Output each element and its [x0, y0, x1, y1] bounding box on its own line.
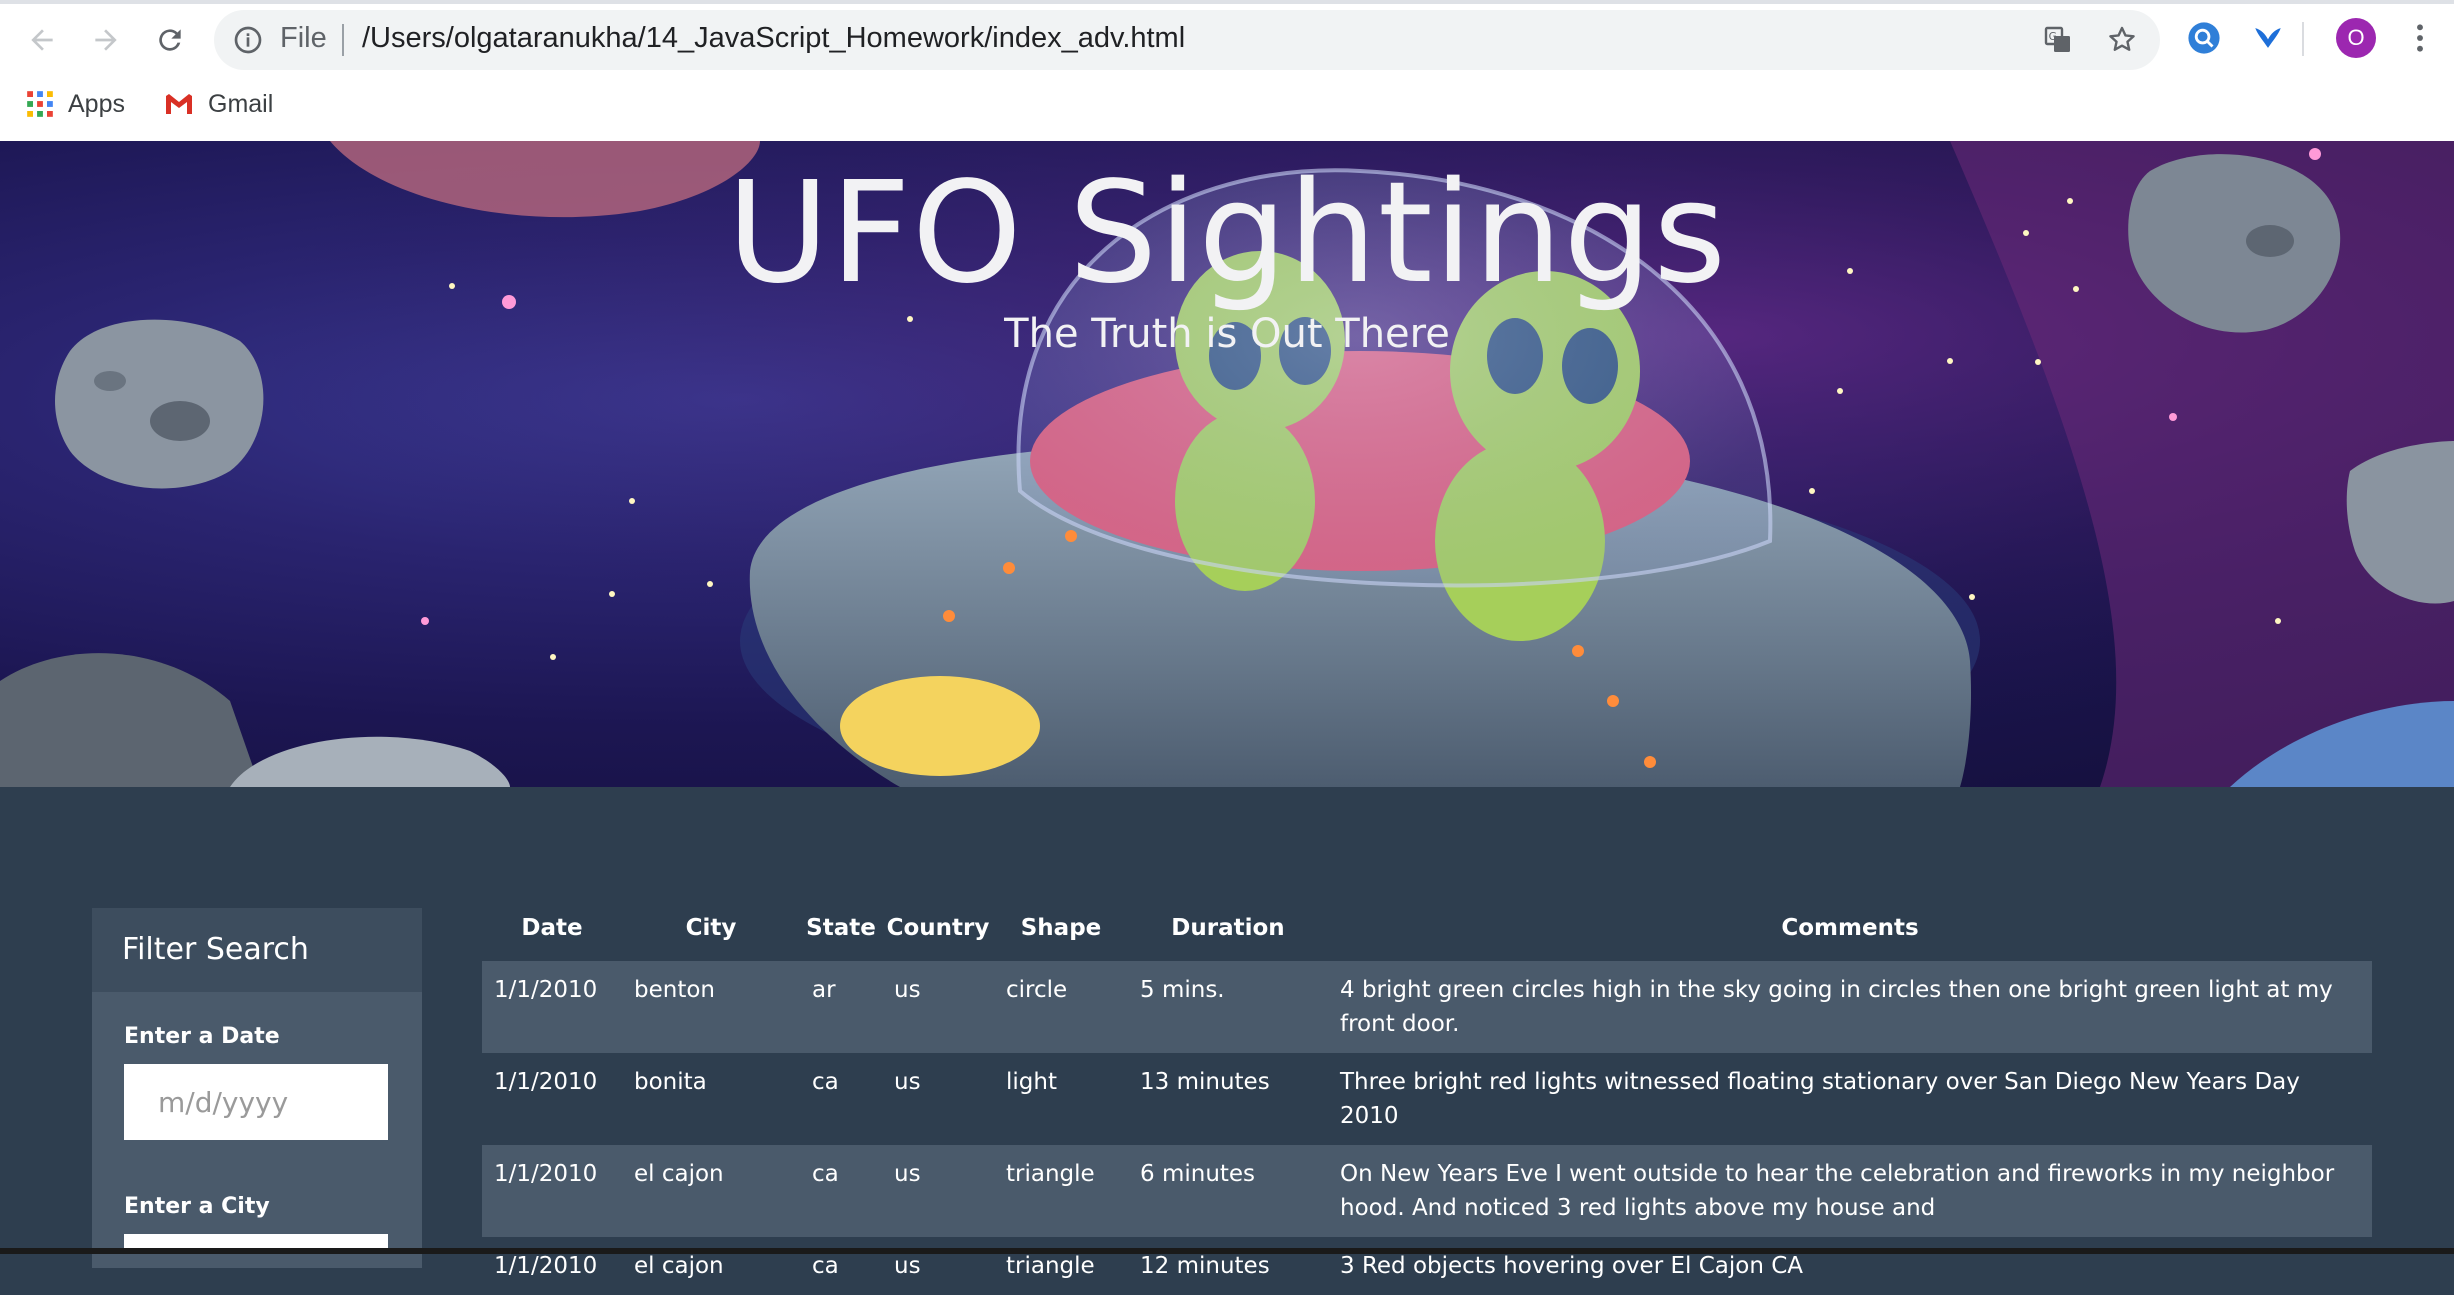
- back-button[interactable]: [18, 16, 66, 64]
- cell-state: ar: [812, 977, 836, 1003]
- cell-shape: triangle: [1006, 1253, 1095, 1279]
- forward-button[interactable]: [82, 16, 130, 64]
- cell-city: benton: [634, 977, 715, 1003]
- cell-city: el cajon: [634, 1161, 724, 1187]
- translate-icon[interactable]: G: [2040, 22, 2076, 58]
- bookmark-gmail[interactable]: Gmail: [164, 84, 273, 124]
- table-row: 1/1/2010 bonita ca us light 13 minutes T…: [482, 1053, 2372, 1145]
- date-filter-label: Enter a Date: [124, 1024, 280, 1049]
- table-row: 1/1/2010 benton ar us circle 5 mins. 4 b…: [482, 961, 2372, 1053]
- forward-arrow-icon: [95, 29, 117, 51]
- cell-city: el cajon: [634, 1253, 724, 1279]
- main-content: Filter Search Enter a Date Enter a City …: [0, 787, 2454, 1279]
- header-city[interactable]: City: [622, 895, 800, 961]
- cell-shape: light: [1006, 1069, 1057, 1095]
- table-row: 1/1/2010 el cajon ca us triangle 6 minut…: [482, 1145, 2372, 1237]
- cell-comments: 4 bright green circles high in the sky g…: [1340, 977, 2333, 1037]
- extension-bird-icon[interactable]: [2248, 18, 2288, 58]
- header-duration[interactable]: Duration: [1128, 895, 1328, 961]
- svg-text:G: G: [2049, 30, 2057, 43]
- cell-duration: 12 minutes: [1140, 1253, 1270, 1279]
- filter-heading: Filter Search: [92, 908, 422, 992]
- header-comments[interactable]: Comments: [1328, 895, 2372, 961]
- sightings-table-container: Date City State Country Shape Duration C…: [482, 895, 2372, 1295]
- cell-country: us: [894, 1161, 921, 1187]
- cell-state: ca: [812, 1253, 839, 1279]
- back-arrow-icon: [31, 29, 53, 51]
- tab-strip-edge: [0, 0, 2454, 4]
- gmail-icon: [164, 92, 194, 116]
- table-row: 1/1/2010 el cajon ca us triangle 12 minu…: [482, 1237, 2372, 1295]
- header-shape[interactable]: Shape: [994, 895, 1128, 961]
- cell-comments: Three bright red lights witnessed floati…: [1340, 1069, 2300, 1129]
- cell-comments: On New Years Eve I went outside to hear …: [1340, 1161, 2335, 1221]
- cell-shape: triangle: [1006, 1161, 1095, 1187]
- cell-duration: 6 minutes: [1140, 1161, 1256, 1187]
- address-divider: [342, 24, 344, 56]
- cell-country: us: [894, 1253, 921, 1279]
- site-info-icon[interactable]: [232, 24, 264, 56]
- bookmark-gmail-label: Gmail: [208, 89, 274, 118]
- file-scheme-label: File: [280, 22, 327, 54]
- cell-duration: 5 mins.: [1140, 977, 1225, 1003]
- reload-icon: [159, 29, 181, 51]
- cell-country: us: [894, 977, 921, 1003]
- cell-date: 1/1/2010: [494, 1253, 598, 1279]
- profile-initial: O: [2347, 25, 2365, 50]
- bookmark-apps[interactable]: Apps: [26, 84, 125, 124]
- cell-duration: 13 minutes: [1140, 1069, 1270, 1095]
- cell-date: 1/1/2010: [494, 1161, 598, 1187]
- date-filter-input[interactable]: [124, 1064, 388, 1140]
- cell-state: ca: [812, 1161, 839, 1187]
- filter-panel: Filter Search Enter a Date Enter a City: [92, 908, 422, 1268]
- cell-state: ca: [812, 1069, 839, 1095]
- bookmark-star-icon[interactable]: [2104, 22, 2140, 58]
- browser-menu-icon[interactable]: [2400, 18, 2440, 58]
- page-title: UFO Sightings: [726, 152, 1728, 315]
- header-state[interactable]: State: [800, 895, 882, 961]
- cell-date: 1/1/2010: [494, 1069, 598, 1095]
- header-country[interactable]: Country: [882, 895, 994, 961]
- cell-shape: circle: [1006, 977, 1068, 1003]
- reload-button[interactable]: [146, 16, 194, 64]
- sightings-table: Date City State Country Shape Duration C…: [482, 895, 2372, 1295]
- window-bottom-edge: [0, 1248, 2454, 1254]
- table-header-row: Date City State Country Shape Duration C…: [482, 895, 2372, 961]
- extension-search-icon[interactable]: [2184, 18, 2224, 58]
- profile-avatar[interactable]: O: [2336, 18, 2376, 58]
- city-filter-label: Enter a City: [124, 1194, 270, 1219]
- cell-date: 1/1/2010: [494, 977, 598, 1003]
- cell-comments: 3 Red objects hovering over El Cajon CA: [1340, 1253, 1803, 1279]
- header-date[interactable]: Date: [482, 895, 622, 961]
- browser-chrome: File /Users/olgataranukha/14_JavaScript_…: [0, 0, 2454, 141]
- url-text[interactable]: /Users/olgataranukha/14_JavaScript_Homew…: [362, 22, 1185, 55]
- apps-grid-icon: [26, 90, 54, 118]
- page-subtitle: The Truth is Out There: [1004, 311, 1450, 357]
- cell-country: us: [894, 1069, 921, 1095]
- bookmarks-bar: Apps Gmail: [0, 80, 2454, 128]
- hero-banner: UFO Sightings The Truth is Out There: [0, 141, 2454, 787]
- cell-city: bonita: [634, 1069, 707, 1095]
- bookmark-apps-label: Apps: [68, 89, 125, 118]
- address-bar[interactable]: File /Users/olgataranukha/14_JavaScript_…: [214, 10, 2160, 70]
- toolbar-divider: [2302, 22, 2304, 56]
